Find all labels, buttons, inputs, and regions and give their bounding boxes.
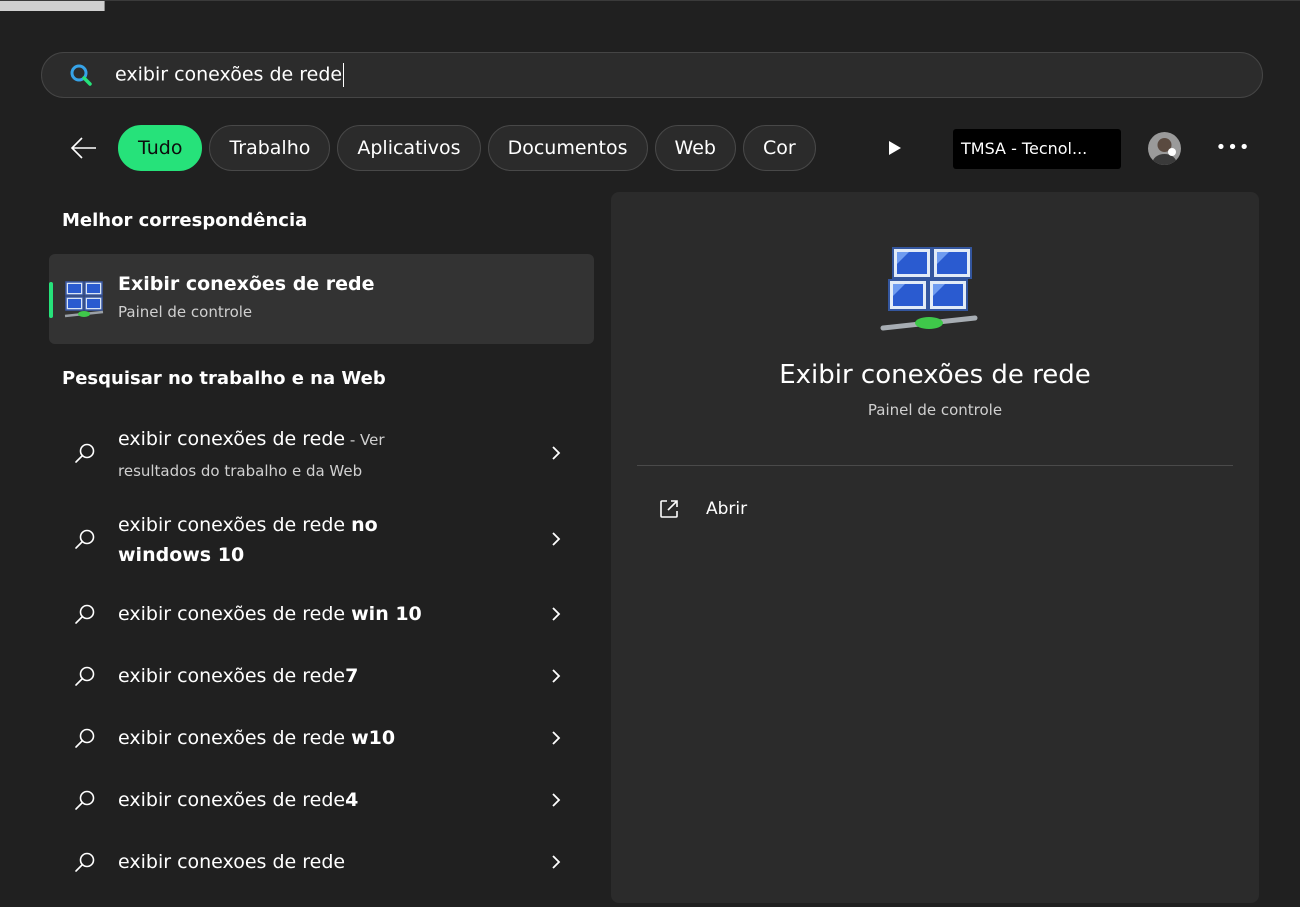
web-search-item-label: exibir conexões de rede no windows 10 [118, 514, 378, 566]
search-window: exibir conexões de rede Tudo Trabalho Apli… [0, 0, 1300, 907]
best-match-subtitle: Painel de controle [118, 303, 253, 321]
filter-chip-tudo[interactable]: Tudo [118, 125, 203, 171]
search-icon [75, 443, 95, 463]
divider [637, 465, 1233, 466]
more-options-button[interactable]: ••• [1215, 132, 1251, 162]
search-box[interactable]: exibir conexões de rede [41, 52, 1263, 98]
scroll-filters-button[interactable] [884, 137, 906, 159]
web-search-item[interactable]: exibir conexoes de rede [49, 845, 594, 879]
chevron-right-icon [552, 793, 561, 807]
web-search-item-label: exibir conexões de rede w10 [118, 727, 396, 749]
preview-title: Exibir conexões de rede [779, 360, 1091, 390]
best-match-result[interactable]: Exibir conexões de rede Painel de contro… [49, 254, 594, 344]
web-search-item-label: exibir conexões de rede - Ver resultados… [118, 428, 385, 480]
organization-badge[interactable]: TMSA - Tecnol... [953, 129, 1121, 169]
filter-chip-more[interactable]: Cor [742, 125, 816, 171]
search-input[interactable]: exibir conexões de rede [115, 63, 345, 87]
search-icon [75, 728, 95, 748]
web-search-item-label: exibir conexões de rede7 [118, 665, 359, 687]
preview-subtitle: Painel de controle [867, 401, 1003, 419]
arrow-left-icon [70, 137, 96, 159]
filter-chip-trabalho[interactable]: Trabalho [209, 125, 331, 171]
avatar[interactable] [1148, 132, 1181, 165]
filter-chip-web[interactable]: Web [654, 125, 736, 171]
chevron-right-icon [552, 532, 561, 546]
filter-bar: Tudo Trabalho Aplicativos Documentos Web Cor … [60, 125, 1260, 171]
back-button[interactable] [68, 133, 100, 163]
search-icon [75, 852, 95, 872]
web-search-item-label: exibir conexoes de rede [118, 851, 346, 873]
network-connections-icon [63, 278, 107, 320]
web-search-item-label: exibir conexões de rede win 10 [118, 603, 422, 625]
web-search-item[interactable]: exibir conexões de rede4 [49, 783, 594, 817]
search-icon [75, 666, 95, 686]
selection-indicator [49, 282, 53, 318]
web-search-item-label: exibir conexões de rede4 [118, 789, 359, 811]
web-search-item[interactable]: exibir conexões de rede - Ver resultados… [49, 421, 594, 485]
chevron-right-icon [552, 607, 561, 621]
preview-pane: Exibir conexões de rede Painel de contro… [611, 192, 1259, 903]
filter-chip-aplicativos[interactable]: Aplicativos [337, 125, 481, 171]
filter-chip-documentos[interactable]: Documentos [487, 125, 648, 171]
network-connections-icon [879, 244, 983, 336]
open-action-label: Abrir [706, 499, 748, 519]
background-window-fragment [0, 1, 105, 11]
search-icon [69, 63, 93, 87]
web-search-item[interactable]: exibir conexões de rede w10 [49, 721, 594, 755]
search-icon [75, 604, 95, 624]
ellipsis-icon: ••• [1215, 136, 1251, 158]
chevron-right-icon [552, 446, 561, 460]
web-search-item[interactable]: exibir conexões de rede7 [49, 659, 594, 693]
open-action[interactable]: Abrir [658, 497, 747, 521]
web-search-heading: Pesquisar no trabalho e na Web [62, 368, 386, 389]
text-caret [343, 63, 345, 87]
chevron-right-icon [552, 731, 561, 745]
best-match-title: Exibir conexões de rede [118, 273, 375, 295]
chevron-right-icon [552, 669, 561, 683]
filter-chips: Tudo Trabalho Aplicativos Documentos Web Cor [118, 125, 910, 171]
search-icon [75, 790, 95, 810]
web-search-item[interactable]: exibir conexões de rede win 10 [49, 597, 594, 631]
user-avatar-icon [1148, 132, 1181, 165]
search-icon [75, 529, 95, 549]
open-external-icon [660, 500, 678, 518]
web-search-item[interactable]: exibir conexões de rede no windows 10 [49, 507, 594, 571]
play-arrow-icon [889, 141, 901, 155]
chevron-right-icon [552, 855, 561, 869]
best-match-heading: Melhor correspondência [62, 210, 308, 231]
